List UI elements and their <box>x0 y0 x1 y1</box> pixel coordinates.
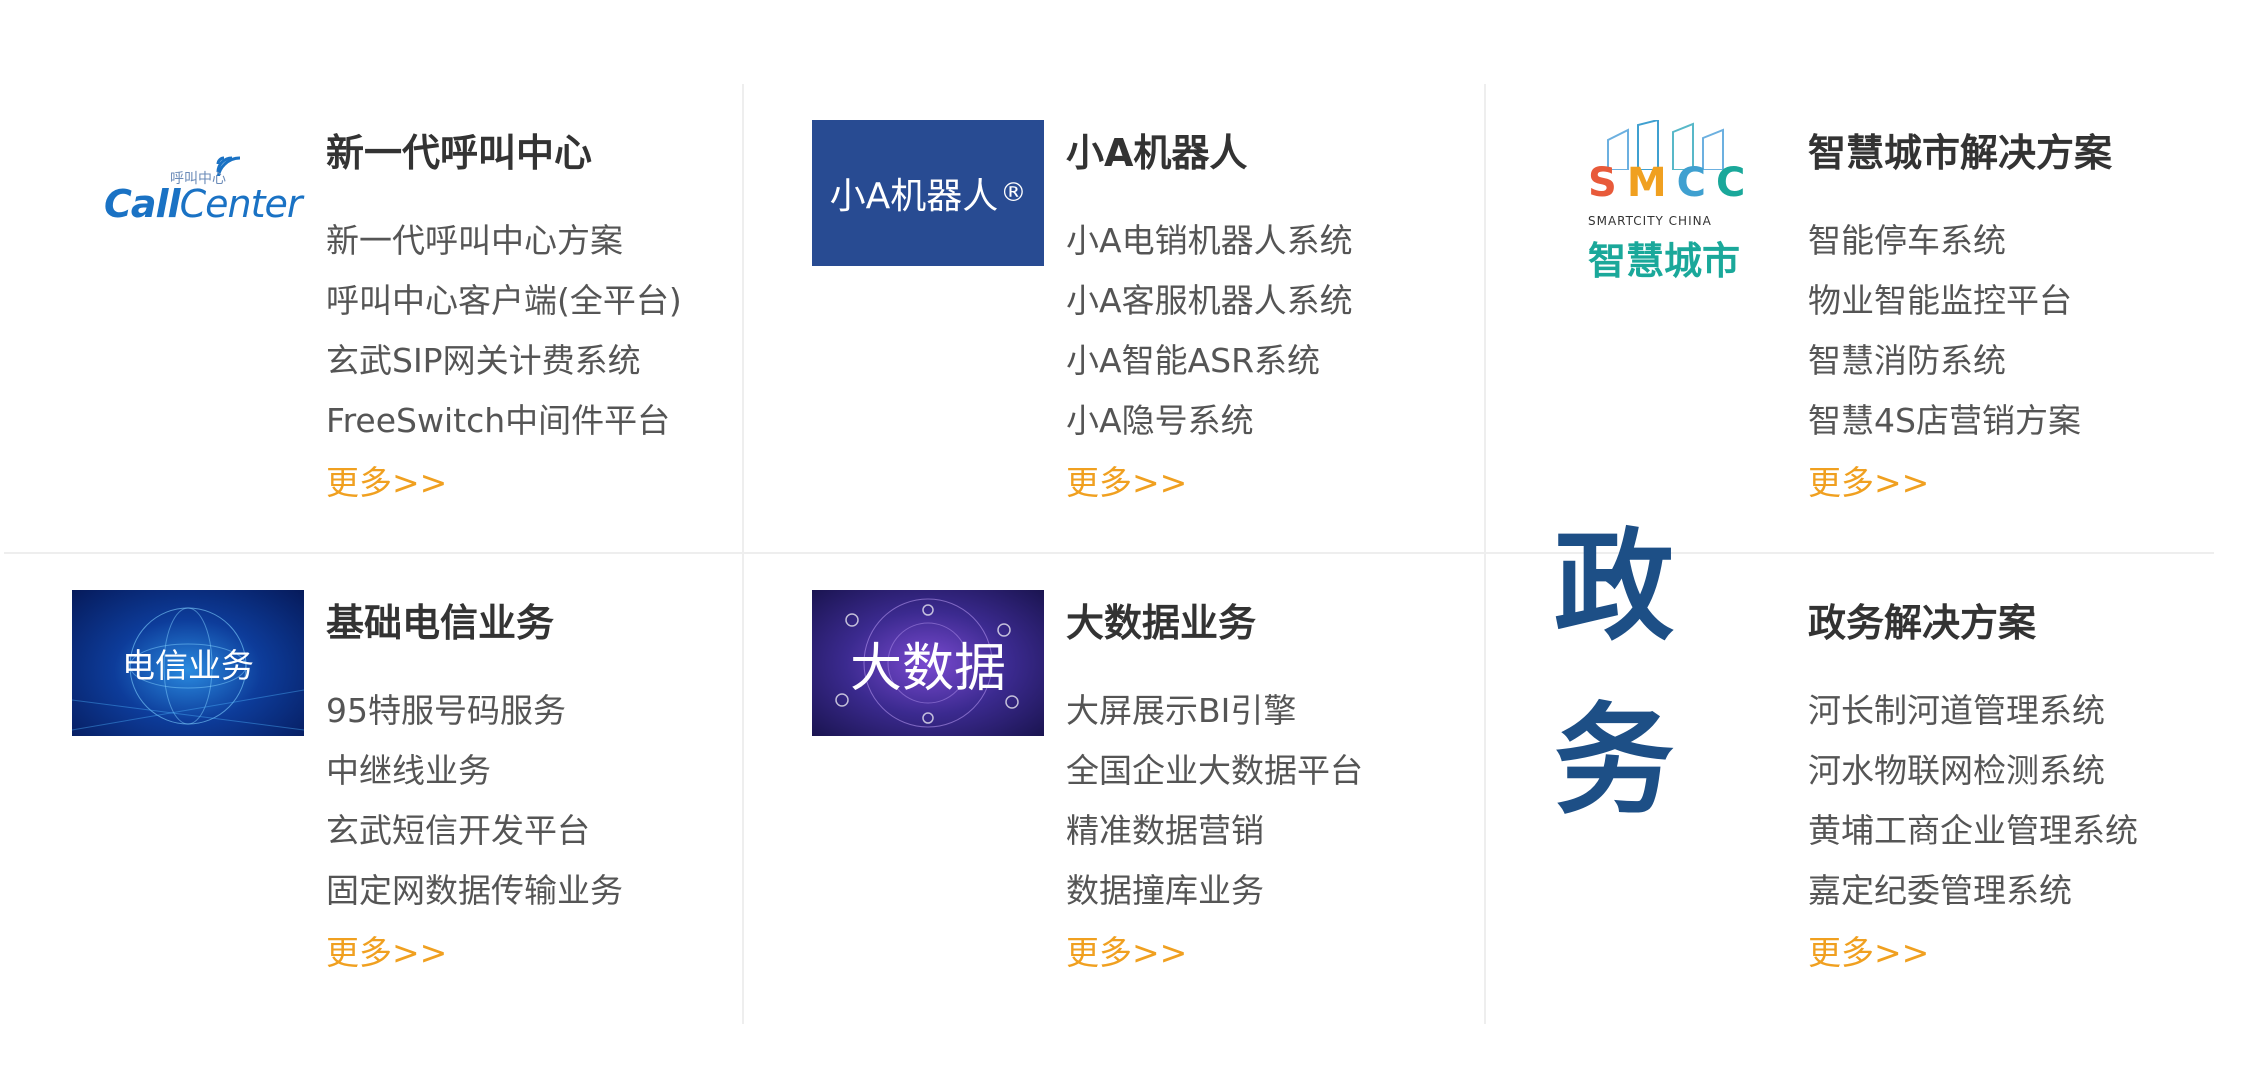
section-telecom: 电信业务 基础电信业务 95特服号码服务 中继线业务 玄武短信开发平台 固定网数… <box>4 554 740 1014</box>
section-title[interactable]: 小A机器人 <box>1066 134 1466 172</box>
section-title[interactable]: 智慧城市解决方案 <box>1808 134 2208 172</box>
smartcity-logo-letter: S <box>1588 160 1627 206</box>
robot-logo-text: 小A机器人 <box>829 176 999 217</box>
smartcity-logo-letter: M <box>1626 160 1677 206</box>
more-link[interactable]: 更多>> <box>1808 936 2208 969</box>
section-info: 新一代呼叫中心 新一代呼叫中心方案 呼叫中心客户端(全平台) 玄武SIP网关计费… <box>326 134 726 499</box>
smartcity-logo-letters: SMCC <box>1588 160 1755 206</box>
list-item[interactable]: 智慧4S店营销方案 <box>1808 404 2208 464</box>
list-item[interactable]: FreeSwitch中间件平台 <box>326 404 726 464</box>
list-item[interactable]: 智慧消防系统 <box>1808 344 2208 404</box>
list-item[interactable]: 黄埔工商企业管理系统 <box>1808 814 2208 874</box>
callcenter-logo-text: CallCenter <box>104 182 302 226</box>
section-title[interactable]: 基础电信业务 <box>326 604 726 642</box>
list-item[interactable]: 河长制河道管理系统 <box>1808 694 2208 754</box>
smartcity-logo-sub: SMARTCITY CHINA <box>1588 214 1712 228</box>
section-title[interactable]: 大数据业务 <box>1066 604 1466 642</box>
list-item[interactable]: 物业智能监控平台 <box>1808 284 2208 344</box>
list-item[interactable]: 全国企业大数据平台 <box>1066 754 1466 814</box>
list-item[interactable]: 小A隐号系统 <box>1066 404 1466 464</box>
section-info: 政务解决方案 河长制河道管理系统 河水物联网检测系统 黄埔工商企业管理系统 嘉定… <box>1808 604 2208 969</box>
list-item[interactable]: 玄武短信开发平台 <box>326 814 726 874</box>
section-government: 政务 政务解决方案 河长制河道管理系统 河水物联网检测系统 黄埔工商企业管理系统… <box>1486 518 2222 1014</box>
section-title[interactable]: 政务解决方案 <box>1808 604 2208 642</box>
section-title[interactable]: 新一代呼叫中心 <box>326 134 726 172</box>
registered-mark-icon: ® <box>1000 178 1027 208</box>
section-info: 大数据业务 大屏展示BI引擎 全国企业大数据平台 精准数据营销 数据撞库业务 更… <box>1066 604 1466 969</box>
section-call-center: 呼叫中心 CallCenter 新一代呼叫中心 新一代呼叫中心方案 呼叫中心客户… <box>4 84 740 544</box>
section-info: 基础电信业务 95特服号码服务 中继线业务 玄武短信开发平台 固定网数据传输业务… <box>326 604 726 969</box>
section-info: 智慧城市解决方案 智能停车系统 物业智能监控平台 智慧消防系统 智慧4S店营销方… <box>1808 134 2208 499</box>
smartcity-logo[interactable]: SMCC SMARTCITY CHINA 智慧城市 <box>1554 120 1786 283</box>
more-link[interactable]: 更多>> <box>1808 466 2208 499</box>
section-smart-city: SMCC SMARTCITY CHINA 智慧城市 智慧城市解决方案 智能停车系… <box>1486 84 2222 544</box>
list-item[interactable]: 嘉定纪委管理系统 <box>1808 874 2208 934</box>
list-item[interactable]: 95特服号码服务 <box>326 694 726 754</box>
more-link[interactable]: 更多>> <box>326 936 726 969</box>
gov-logo[interactable]: 政务 <box>1554 518 1786 831</box>
list-item[interactable]: 固定网数据传输业务 <box>326 874 726 934</box>
list-item[interactable]: 新一代呼叫中心方案 <box>326 224 726 284</box>
smartcity-logo-letter: C <box>1715 160 1756 206</box>
more-link[interactable]: 更多>> <box>1066 936 1466 969</box>
telecom-logo-text: 电信业务 <box>122 646 254 685</box>
list-item[interactable]: 河水物联网检测系统 <box>1808 754 2208 814</box>
more-link[interactable]: 更多>> <box>1066 466 1466 499</box>
list-item[interactable]: 精准数据营销 <box>1066 814 1466 874</box>
telecom-logo[interactable]: 电信业务 <box>72 590 304 736</box>
list-item[interactable]: 玄武SIP网关计费系统 <box>326 344 726 404</box>
list-item[interactable]: 呼叫中心客户端(全平台) <box>326 284 726 344</box>
section-robot: 小A机器人 ® 小A机器人 小A电销机器人系统 小A客服机器人系统 小A智能ASR… <box>744 84 1480 544</box>
callcenter-logo[interactable]: 呼叫中心 CallCenter <box>72 120 304 266</box>
list-item[interactable]: 小A电销机器人系统 <box>1066 224 1466 284</box>
list-item[interactable]: 小A智能ASR系统 <box>1066 344 1466 404</box>
smartcity-logo-cn: 智慧城市 <box>1588 239 1741 283</box>
list-item[interactable]: 大屏展示BI引擎 <box>1066 694 1466 754</box>
robot-logo[interactable]: 小A机器人 ® <box>812 120 1044 266</box>
smartcity-logo-letter: C <box>1676 160 1716 206</box>
solutions-grid: 呼叫中心 CallCenter 新一代呼叫中心 新一代呼叫中心方案 呼叫中心客户… <box>4 84 2214 1024</box>
gov-logo-text: 政务 <box>1554 518 1678 831</box>
more-link[interactable]: 更多>> <box>326 466 726 499</box>
list-item[interactable]: 中继线业务 <box>326 754 726 814</box>
bigdata-logo-text: 大数据 <box>849 638 1006 699</box>
list-item[interactable]: 智能停车系统 <box>1808 224 2208 284</box>
section-info: 小A机器人 小A电销机器人系统 小A客服机器人系统 小A智能ASR系统 小A隐号… <box>1066 134 1466 499</box>
bigdata-logo[interactable]: 大数据 <box>812 590 1044 736</box>
list-item[interactable]: 数据撞库业务 <box>1066 874 1466 934</box>
section-big-data: 大数据 大数据业务 大屏展示BI引擎 全国企业大数据平台 精准数据营销 数据撞库… <box>744 554 1480 1014</box>
list-item[interactable]: 小A客服机器人系统 <box>1066 284 1466 344</box>
